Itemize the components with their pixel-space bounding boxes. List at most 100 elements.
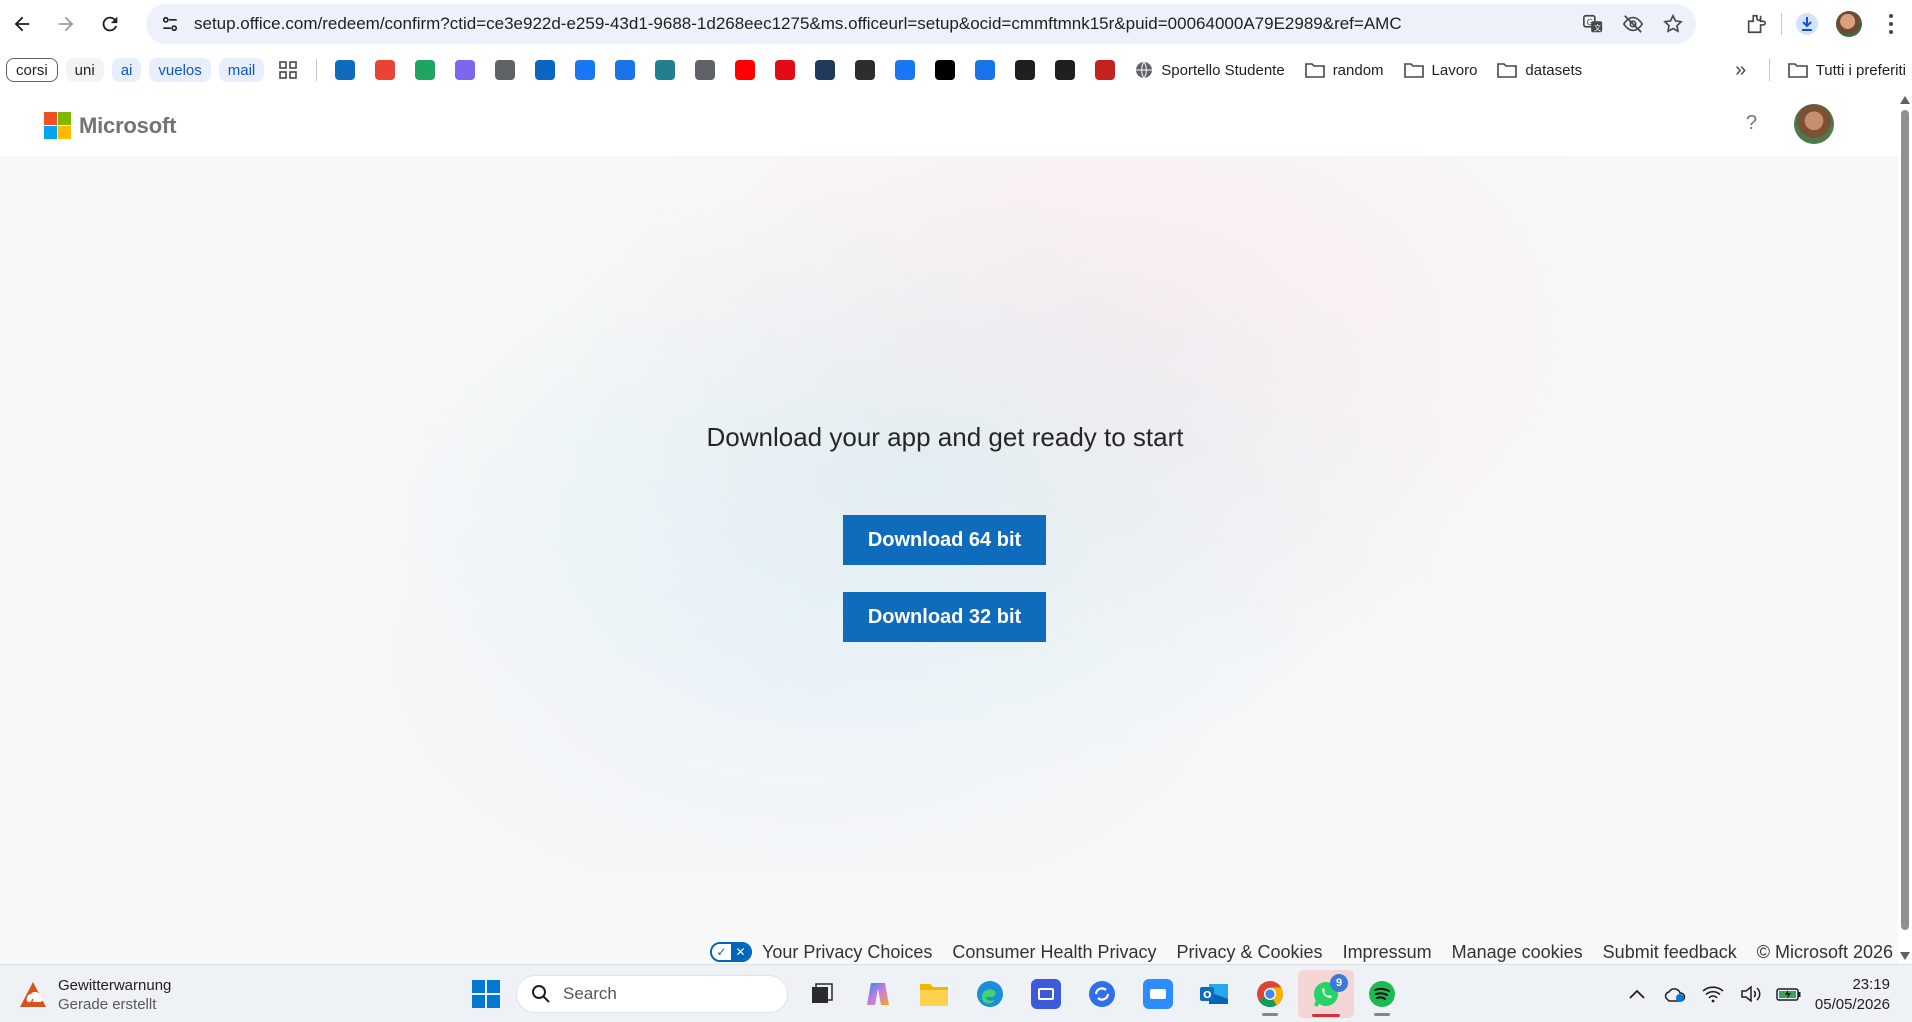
- bookmark-chip-uni[interactable]: uni: [65, 58, 104, 82]
- lion-icon-glyph: [855, 60, 876, 80]
- taskbar-search[interactable]: Search: [516, 975, 788, 1013]
- globe-icon[interactable]: [485, 54, 525, 86]
- lion-icon[interactable]: [845, 54, 885, 86]
- x-icon[interactable]: [925, 54, 965, 86]
- page-scrollbar[interactable]: [1898, 92, 1912, 964]
- arrow-right-icon: [58, 16, 74, 32]
- search-placeholder: Search: [563, 984, 617, 1003]
- all-bookmarks-folder[interactable]: Tutti i preferiti: [1778, 54, 1912, 86]
- account-avatar[interactable]: [1794, 104, 1834, 144]
- toolbar-divider: [1781, 13, 1782, 35]
- bookmark-folder-lavoro[interactable]: Lavoro: [1394, 54, 1488, 86]
- download-32-bit-button[interactable]: Download 32 bit: [843, 592, 1046, 642]
- storm-warning-icon: [20, 982, 46, 1007]
- hex-icon[interactable]: [805, 54, 845, 86]
- url-text[interactable]: setup.office.com/redeem/confirm?ctid=ce3…: [194, 14, 1574, 34]
- inbox-icon-glyph: [1095, 60, 1116, 80]
- record-icon[interactable]: [1005, 54, 1045, 86]
- microsoft-logo[interactable]: Microsoft: [44, 112, 176, 139]
- download-icon[interactable]: [1786, 3, 1828, 45]
- reload-button[interactable]: [90, 4, 130, 44]
- wifi-icon[interactable]: [1696, 977, 1730, 1011]
- volume-icon[interactable]: [1734, 977, 1768, 1011]
- system-tray: [1620, 970, 1806, 1018]
- task-view-icon[interactable]: [794, 970, 850, 1018]
- hex-icon-glyph: [815, 60, 836, 80]
- calendar-app-icon[interactable]: [1018, 970, 1074, 1018]
- consumer-health-privacy-link[interactable]: Consumer Health Privacy: [952, 942, 1156, 963]
- copilot-icon[interactable]: [850, 970, 906, 1018]
- clickup-icon[interactable]: [445, 54, 485, 86]
- spotify-icon[interactable]: [1354, 970, 1410, 1018]
- bolt-icon-glyph: [975, 60, 996, 80]
- address-bar[interactable]: setup.office.com/redeem/confirm?ctid=ce3…: [146, 4, 1696, 44]
- page-headline: Download your app and get ready to start: [706, 422, 1184, 452]
- sync-app-icon[interactable]: [1074, 970, 1130, 1018]
- weather-widget[interactable]: Gewitterwarnung Gerade erstellt: [18, 977, 171, 1013]
- reload-icon: [102, 16, 118, 32]
- privacy-choices-label: Your Privacy Choices: [762, 941, 933, 962]
- bookmark-chip-mail[interactable]: mail: [218, 58, 265, 82]
- system-clock[interactable]: 23:19 05/05/2026: [1815, 975, 1890, 1015]
- start-button[interactable]: [462, 970, 510, 1018]
- translate-icon[interactable]: G文: [1578, 9, 1608, 39]
- privacy-choices-link[interactable]: ✓ ✕ Your Privacy Choices: [710, 942, 932, 963]
- profile-avatar[interactable]: [1828, 3, 1870, 45]
- more-bookmarks-icon[interactable]: »: [1721, 54, 1761, 86]
- svg-text:O: O: [1203, 990, 1212, 1001]
- impressum-link[interactable]: Impressum: [1343, 942, 1432, 963]
- clickup-icon-glyph: [455, 60, 476, 80]
- battery-icon[interactable]: [1772, 977, 1806, 1011]
- netflix-icon[interactable]: [765, 54, 805, 86]
- youtube-icon[interactable]: [725, 54, 765, 86]
- outlook-taskbar-icon[interactable]: O: [1186, 970, 1242, 1018]
- bolt-icon[interactable]: [965, 54, 1005, 86]
- submit-feedback-link[interactable]: Submit feedback: [1603, 942, 1737, 963]
- bookmark-folder-datasets[interactable]: datasets: [1487, 54, 1592, 86]
- bookmark-chip-corsi[interactable]: corsi: [6, 58, 58, 82]
- bookmark-folder-random[interactable]: random: [1295, 54, 1394, 86]
- bookmark-sportello[interactable]: Sportello Studente: [1125, 54, 1294, 86]
- gmail-icon[interactable]: [365, 54, 405, 86]
- whatsapp-icon[interactable]: 9: [1298, 970, 1354, 1018]
- drive-icon[interactable]: [405, 54, 445, 86]
- onedrive-icon[interactable]: [1658, 977, 1692, 1011]
- copyright-text: © Microsoft 2026: [1756, 941, 1894, 962]
- edge-icon[interactable]: [962, 970, 1018, 1018]
- scroll-up-arrow[interactable]: [1900, 96, 1910, 104]
- privacy-cookies-link[interactable]: Privacy & Cookies: [1177, 942, 1323, 963]
- download-64-bit-button[interactable]: Download 64 bit: [843, 515, 1046, 565]
- chevron-up-icon[interactable]: [1620, 977, 1654, 1011]
- weather-title: Gewitterwarnung: [58, 977, 172, 994]
- help-icon[interactable]: ?: [1746, 112, 1757, 135]
- site-info-icon[interactable]: [150, 4, 190, 44]
- extensions-icon[interactable]: [1735, 3, 1777, 45]
- file-explorer-icon[interactable]: [906, 970, 962, 1018]
- image-icon[interactable]: [685, 54, 725, 86]
- windows-taskbar: Gewitterwarnung Gerade erstellt Search O…: [0, 964, 1912, 1022]
- linkedin-icon[interactable]: [525, 54, 565, 86]
- zoom-icon[interactable]: [1130, 970, 1186, 1018]
- perplexity-icon[interactable]: [645, 54, 685, 86]
- bookmark-label: datasets: [1525, 61, 1583, 79]
- bookmark-chip-ai[interactable]: ai: [111, 58, 142, 82]
- scroll-down-arrow[interactable]: [1900, 952, 1910, 960]
- eye-off-icon[interactable]: [1618, 9, 1648, 39]
- whatsapp-badge: 9: [1330, 974, 1348, 992]
- forward-button[interactable]: [46, 4, 86, 44]
- chrome-icon[interactable]: [1242, 970, 1298, 1018]
- star-icon[interactable]: [1658, 9, 1688, 39]
- scrollbar-thumb[interactable]: [1901, 110, 1909, 930]
- inbox-icon[interactable]: [1085, 54, 1125, 86]
- apps-grid-icon[interactable]: [268, 54, 308, 86]
- facebook-icon[interactable]: [565, 54, 605, 86]
- manage-cookies-link[interactable]: Manage cookies: [1452, 942, 1583, 963]
- back-button[interactable]: [2, 4, 42, 44]
- outlook-icon[interactable]: [325, 54, 365, 86]
- calendar-icon[interactable]: [605, 54, 645, 86]
- menu-kebab-icon[interactable]: [1870, 3, 1912, 45]
- openai-icon[interactable]: [1045, 54, 1085, 86]
- messenger-icon[interactable]: [885, 54, 925, 86]
- bookmark-chip-vuelos[interactable]: vuelos: [149, 58, 211, 82]
- search-icon: [532, 985, 550, 1003]
